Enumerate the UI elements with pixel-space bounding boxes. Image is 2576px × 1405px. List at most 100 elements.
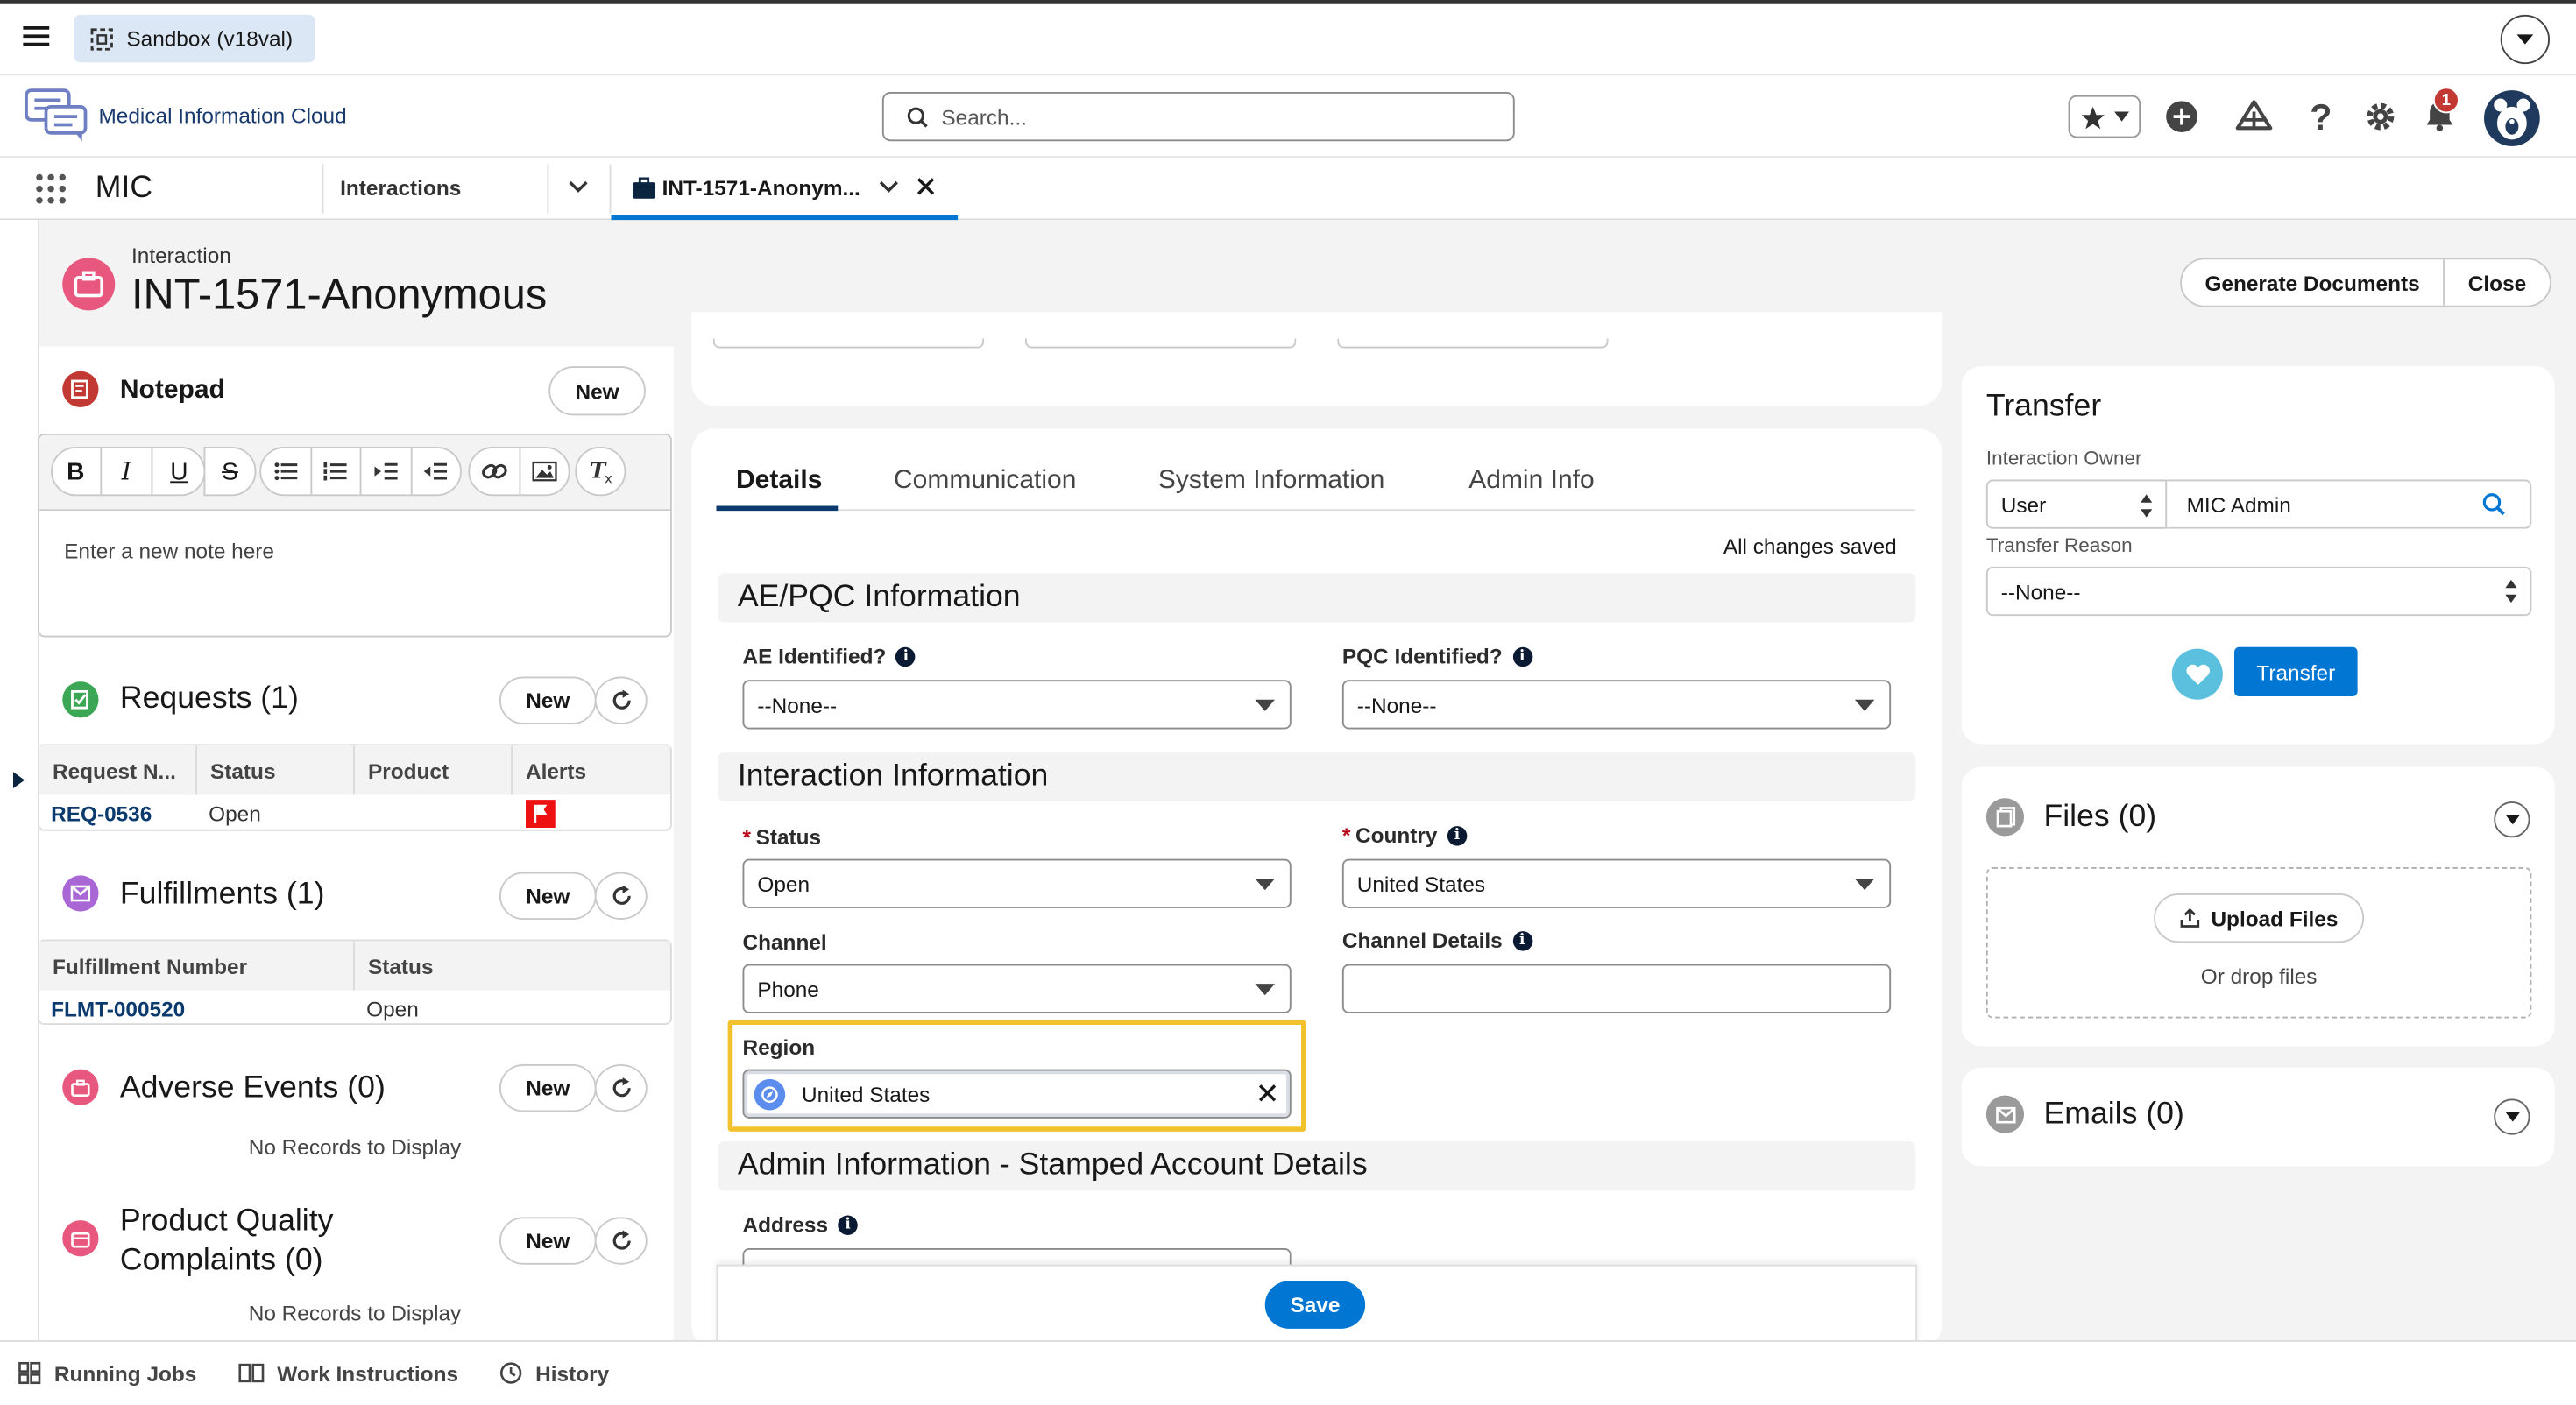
favorites-button[interactable] [2068,95,2141,138]
info-icon[interactable]: i [895,646,916,667]
emails-menu-dropdown-icon[interactable] [2494,1098,2530,1135]
fulfillments-refresh-icon[interactable] [594,872,648,920]
generate-documents-button[interactable]: Generate Documents [2182,259,2445,306]
fulfillments-new-button[interactable]: New [499,872,597,920]
help-icon[interactable]: ? [2310,97,2332,140]
info-icon[interactable]: i [1511,646,1532,667]
nav-tab-interactions[interactable]: Interactions [340,176,461,201]
path-field-stub [1025,338,1297,349]
running-jobs-item[interactable]: Running Jobs [18,1360,196,1386]
tab-admin-info[interactable]: Admin Info [1468,467,1594,497]
requests-new-button[interactable]: New [499,676,597,724]
region-clear-icon[interactable] [1258,1084,1277,1103]
request-link[interactable]: REQ-0536 [51,801,152,826]
heart-icon[interactable] [2171,648,2223,700]
numbered-list-icon[interactable] [311,448,362,495]
transfer-reason-select[interactable]: --None-- [1985,566,2532,617]
info-icon[interactable]: i [838,1214,858,1235]
bullet-list-icon[interactable] [261,448,312,495]
ae-identified-select[interactable]: --None-- [742,680,1292,730]
owner-search-icon[interactable] [2482,493,2505,516]
pqc-refresh-icon[interactable] [594,1217,648,1265]
search-icon [907,106,928,127]
channel-details-input[interactable] [1341,964,1892,1013]
fulfillment-link[interactable]: FLMT-000520 [51,997,185,1021]
country-label: * Country i [1342,823,1468,848]
nav-divider [322,164,324,214]
requests-icon [62,681,99,718]
upload-files-button[interactable]: Upload Files [2154,893,2365,943]
owner-lookup-input[interactable]: MIC Admin [2167,479,2532,529]
pqc-identified-select[interactable]: --None-- [1341,680,1892,730]
app-launcher-icon[interactable] [34,173,67,206]
sandbox-label: Sandbox (v18val) [126,26,294,52]
sort-arrows-icon [2505,579,2517,604]
hamburger-menu-icon[interactable] [23,23,53,49]
adverse-events-new-button[interactable]: New [499,1064,597,1112]
requests-col-header[interactable]: Status [197,745,355,795]
section-aepqc[interactable]: AE/PQC Information [718,573,1916,623]
section-admin[interactable]: Admin Information - Stamped Account Deta… [718,1141,1916,1191]
trailhead-icon[interactable] [2234,99,2274,135]
strikethrough-button[interactable]: S [203,447,257,497]
italic-button[interactable]: I [102,447,153,497]
active-tab-indicator [716,505,839,512]
close-record-button[interactable]: Close [2445,259,2550,306]
global-add-icon[interactable] [2165,100,2198,133]
list-group [259,447,462,497]
adverse-events-refresh-icon[interactable] [594,1064,648,1112]
save-button[interactable]: Save [1264,1281,1366,1329]
notepad-placeholder[interactable]: Enter a new note here [64,539,274,563]
close-tab-icon[interactable] [916,178,935,196]
tab-details[interactable]: Details [736,467,822,497]
settings-gear-icon[interactable] [2366,102,2396,131]
channel-select[interactable]: Phone [742,964,1292,1013]
ae-identified-label: AE Identified? i [743,644,916,668]
pqc-identified-label: PQC Identified? i [1342,644,1532,668]
history-clock-icon [499,1361,522,1384]
requests-col-header[interactable]: Product [355,745,513,795]
outdent-icon[interactable] [412,448,460,495]
nav-tab-dropdown-icon[interactable] [569,180,589,194]
fulfillments-col-header[interactable]: Fulfillment Number [39,941,355,991]
info-icon[interactable]: i [1511,930,1532,950]
country-select[interactable]: United States [1341,858,1892,908]
status-select[interactable]: Open [742,858,1292,908]
files-menu-dropdown-icon[interactable] [2494,801,2530,838]
history-item[interactable]: History [499,1360,609,1386]
tab-system-information[interactable]: System Information [1158,467,1384,497]
clear-format-icon[interactable]: Tx [575,447,626,497]
global-search-input[interactable]: Search... [881,92,1515,142]
indent-icon[interactable] [362,448,412,495]
image-icon[interactable] [520,448,568,495]
owner-type-select[interactable]: User [1985,479,2168,529]
requests-col-header[interactable]: Request N... [39,745,197,795]
section-interaction[interactable]: Interaction Information [718,752,1916,801]
env-dropdown-button[interactable] [2500,14,2550,65]
underline-button[interactable]: U [152,447,205,496]
requests-refresh-icon[interactable] [594,676,648,724]
path-field-stub [712,338,985,349]
sandbox-badge[interactable]: Sandbox (v18val) [74,14,315,63]
info-icon[interactable]: i [1447,825,1468,845]
region-lookup-pill[interactable]: United States [742,1069,1292,1119]
channel-details-label: Channel Details i [1342,928,1532,953]
user-avatar[interactable] [2484,90,2540,146]
transfer-title: Transfer [1985,389,2102,424]
files-icon [1985,798,2024,837]
address-label: Address i [743,1212,858,1237]
expand-panel-icon[interactable] [13,772,26,788]
nav-record-dropdown-icon[interactable] [879,180,899,194]
region-location-icon [754,1077,786,1110]
notepad-new-button[interactable]: New [548,366,646,416]
link-icon[interactable] [470,448,520,495]
pqc-new-button[interactable]: New [499,1217,597,1265]
app-logo-icon[interactable] [23,87,88,143]
fulfillments-col-header[interactable]: Status [355,941,670,991]
tab-communication[interactable]: Communication [894,467,1076,497]
bold-button[interactable]: B [51,447,103,497]
file-drop-zone[interactable] [1985,867,2532,1019]
requests-col-header[interactable]: Alerts [513,745,670,795]
work-instructions-item[interactable]: Work Instructions [237,1360,458,1386]
transfer-button[interactable]: Transfer [2234,646,2358,696]
